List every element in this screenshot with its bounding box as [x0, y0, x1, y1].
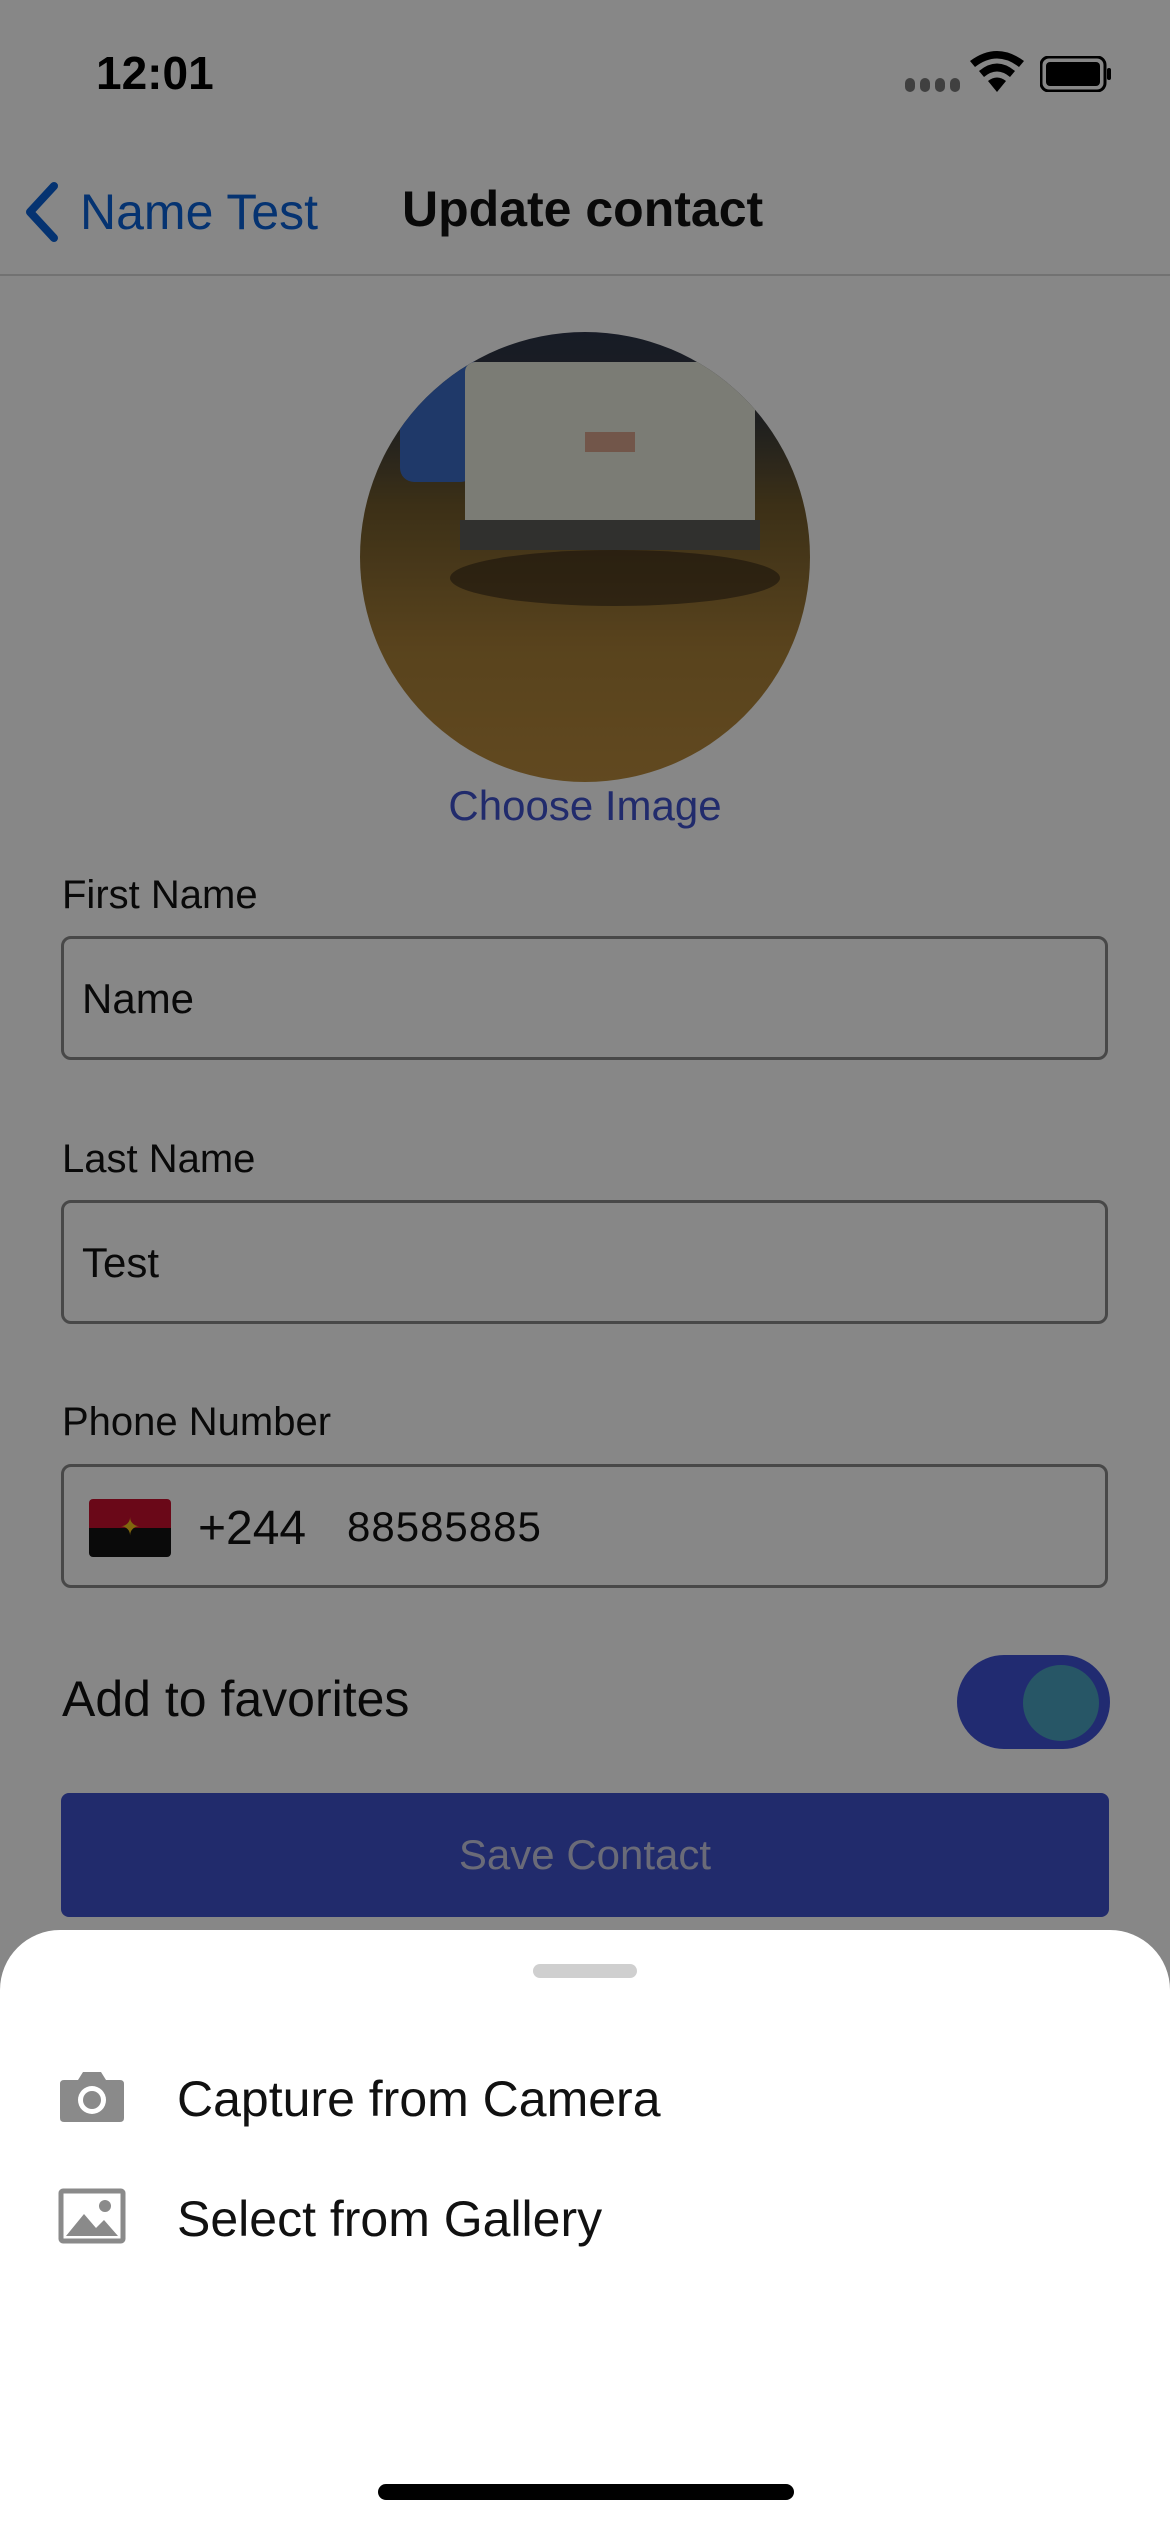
select-from-gallery-option[interactable]: Select from Gallery [0, 2160, 1170, 2270]
camera-icon [60, 2072, 124, 2122]
gallery-icon [58, 2188, 126, 2244]
home-indicator[interactable] [378, 2484, 794, 2500]
select-from-gallery-label: Select from Gallery [177, 2191, 603, 2247]
image-source-sheet: Capture from Camera Select from Gallery [0, 1930, 1170, 2532]
capture-from-camera-label: Capture from Camera [177, 2071, 661, 2127]
sheet-drag-handle[interactable] [533, 1964, 637, 1978]
screen: 12:01 Name Test Update contact Choose Im… [0, 0, 1170, 2532]
capture-from-camera-option[interactable]: Capture from Camera [0, 2040, 1170, 2150]
